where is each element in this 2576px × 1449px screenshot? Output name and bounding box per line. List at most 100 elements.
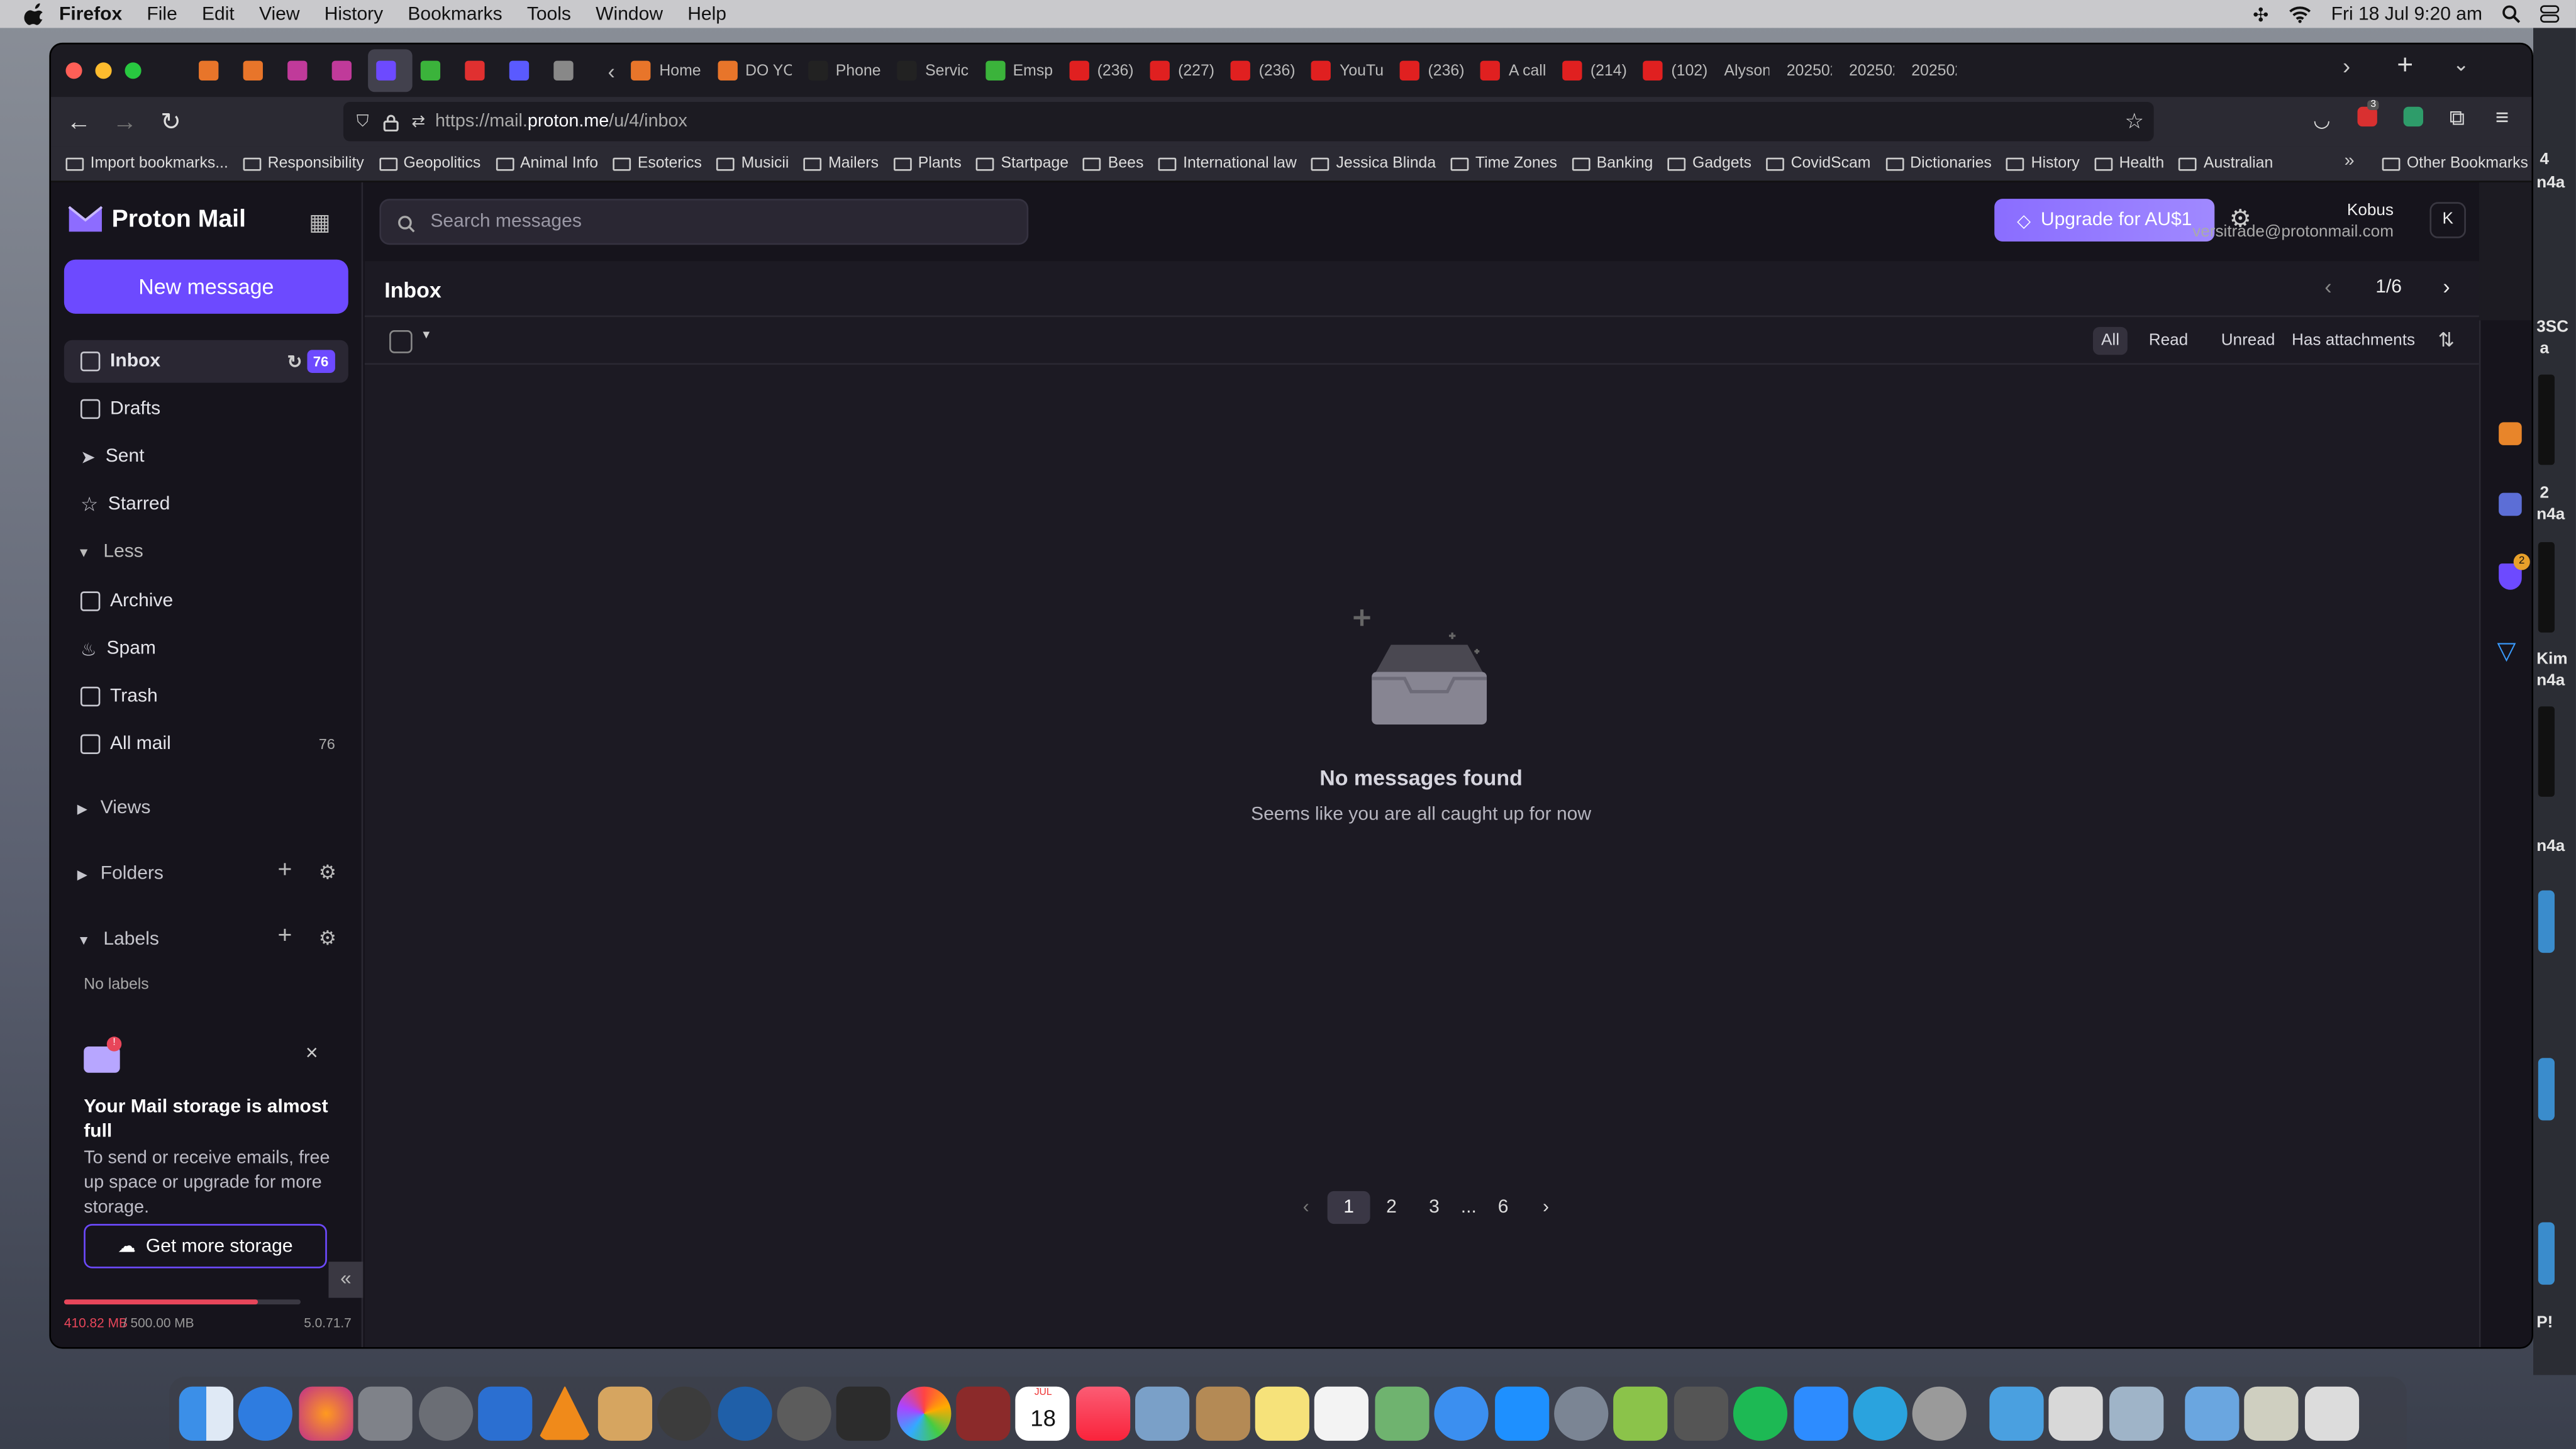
new-tab-button[interactable]: + xyxy=(2397,49,2413,82)
system-settings-dock-icon[interactable] xyxy=(418,1385,473,1440)
browser-tab[interactable]: Servic xyxy=(889,49,977,92)
safari-dock-icon[interactable] xyxy=(238,1385,293,1440)
label-settings-icon[interactable]: ⚙ xyxy=(319,926,336,950)
finder-dock-icon[interactable] xyxy=(179,1385,233,1440)
document-dock-icon[interactable] xyxy=(2048,1385,2103,1440)
bookmark-folder[interactable]: History xyxy=(2006,155,2080,172)
new-message-button[interactable]: New message xyxy=(64,259,348,314)
archive-box-dock-icon[interactable] xyxy=(1195,1385,1250,1440)
downloads-folder-dock-icon[interactable] xyxy=(2184,1385,2240,1440)
sidebar-item-all-mail[interactable]: All mail 76 xyxy=(64,723,348,765)
browser-tab[interactable]: (236) xyxy=(1223,49,1303,92)
pagination-prev-icon[interactable]: ‹ xyxy=(1285,1191,1328,1224)
wifi-icon[interactable] xyxy=(2289,5,2312,23)
browser-tab[interactable]: 2025025 xyxy=(1841,49,1903,92)
zoom-window-button[interactable] xyxy=(125,62,142,79)
permissions-icon[interactable]: ⇄ xyxy=(411,113,425,131)
close-window-button[interactable] xyxy=(65,62,82,79)
trash-dock-icon[interactable] xyxy=(2304,1385,2359,1440)
close-icon[interactable]: × xyxy=(306,1040,318,1065)
tabs-scroll-left-icon[interactable]: ‹ xyxy=(608,58,615,83)
sidebar-item-inbox[interactable]: Inbox ↻ 76 xyxy=(64,340,348,383)
browser-tab[interactable]: (102) xyxy=(1635,49,1716,92)
menu-window[interactable]: Window xyxy=(596,4,663,24)
lock-icon[interactable] xyxy=(382,113,398,131)
bookmark-folder[interactable]: Animal Info xyxy=(495,155,598,172)
sidebar-item-drafts[interactable]: Drafts xyxy=(64,387,348,430)
select-all-checkbox[interactable] xyxy=(389,330,413,353)
sidebar-item-spam[interactable]: ♨ Spam xyxy=(64,628,348,670)
whatsapp-dock-icon[interactable] xyxy=(1913,1385,1967,1440)
menubar-clock[interactable]: Fri 18 Jul 9:20 am xyxy=(2331,4,2482,24)
pagination-next-icon[interactable]: › xyxy=(1524,1191,1567,1224)
tracking-shield-icon[interactable]: ⛉ xyxy=(357,113,369,131)
menu-file[interactable]: File xyxy=(147,4,177,24)
bookmarks-overflow-icon[interactable]: » xyxy=(2345,151,2355,170)
back-button[interactable]: ← xyxy=(56,108,102,135)
quicktime-dock-icon[interactable] xyxy=(717,1385,772,1440)
views-toggle[interactable]: ▶ Views xyxy=(77,799,151,818)
sidebar-item-trash[interactable]: Trash xyxy=(64,675,348,718)
spotlight-search-icon[interactable] xyxy=(2502,5,2521,23)
menu-help[interactable]: Help xyxy=(687,4,726,24)
apple-icon[interactable] xyxy=(23,2,47,26)
telegram-dock-icon[interactable] xyxy=(1853,1385,1907,1440)
browser-tab[interactable]: (236) xyxy=(1392,49,1472,92)
vlc-dock-icon[interactable] xyxy=(538,1385,592,1440)
stack-dock-icon[interactable] xyxy=(2245,1385,2299,1440)
bookmark-folder[interactable]: Bees xyxy=(1083,155,1143,172)
upgrade-button[interactable]: ◇ Upgrade for AU$1 xyxy=(1994,199,2215,242)
pass-app-icon[interactable]: ▽ xyxy=(2497,636,2516,665)
browser-tab[interactable]: A call xyxy=(1473,49,1555,92)
bookmark-folder[interactable]: Responsibility xyxy=(243,155,364,172)
user-email[interactable]: versitrade@protonmail.com xyxy=(2192,223,2394,242)
film-reel-dock-icon[interactable] xyxy=(657,1385,712,1440)
browser-tab[interactable]: Alyson Og xyxy=(1716,49,1778,92)
reminders-dock-icon[interactable] xyxy=(1314,1385,1370,1440)
zoom-dock-icon[interactable] xyxy=(1793,1385,1848,1440)
extension-shield-icon[interactable] xyxy=(2403,106,2423,127)
network-dock-icon[interactable] xyxy=(1989,1385,2043,1440)
extensions-puzzle-icon[interactable]: ⧉ xyxy=(2450,105,2465,131)
minimize-window-button[interactable] xyxy=(95,62,112,79)
contacts-app-icon[interactable] xyxy=(2499,422,2522,445)
firefox-dock-icon[interactable] xyxy=(298,1385,353,1440)
tabs-scroll-right-icon[interactable]: › xyxy=(2343,53,2350,79)
other-bookmarks-folder[interactable]: Other Bookmarks xyxy=(2382,155,2528,172)
browser-tab[interactable]: ‹ xyxy=(545,49,623,92)
get-more-storage-button[interactable]: ☁ Get more storage xyxy=(84,1224,327,1269)
menu-app-firefox[interactable]: Firefox xyxy=(59,4,122,24)
folder-settings-icon[interactable]: ⚙ xyxy=(319,861,336,884)
bookmark-folder[interactable]: Musicii xyxy=(716,155,789,172)
pocket-icon[interactable]: ◡ xyxy=(2313,108,2330,131)
sort-icon[interactable]: ⇅ xyxy=(2438,328,2455,352)
browser-tab[interactable]: Home xyxy=(623,49,709,92)
browser-tab[interactable] xyxy=(501,49,546,92)
spotify-dock-icon[interactable] xyxy=(1733,1385,1788,1440)
browser-tab[interactable]: Emsp xyxy=(977,49,1061,92)
bookmark-folder[interactable]: Banking xyxy=(1572,155,1653,172)
bookmark-folder[interactable]: Startpage xyxy=(976,155,1069,172)
add-label-icon[interactable]: + xyxy=(277,921,292,949)
menu-edit[interactable]: Edit xyxy=(202,4,235,24)
browser-tab[interactable]: (214) xyxy=(1554,49,1635,92)
bookmark-folder[interactable]: Esoterics xyxy=(613,155,702,172)
photos-dock-icon[interactable] xyxy=(896,1385,951,1440)
filter-all[interactable]: All xyxy=(2092,326,2128,355)
messages-dock-icon[interactable] xyxy=(1434,1385,1489,1440)
preview-dock-icon[interactable] xyxy=(1135,1385,1190,1440)
list-all-tabs-icon[interactable]: ⌄ xyxy=(2453,53,2469,76)
browser-tab[interactable]: YouTu xyxy=(1304,49,1392,92)
url-bar[interactable]: ⛉ ⇄ https://mail.proton.me/u/4/inbox ☆ xyxy=(343,101,2154,142)
disk-dock-icon[interactable] xyxy=(1674,1385,1728,1440)
collapse-sidebar-icon[interactable]: « xyxy=(328,1262,364,1298)
android-dock-icon[interactable] xyxy=(1614,1385,1668,1440)
filter-read[interactable]: Read xyxy=(2141,327,2197,355)
prev-page-icon[interactable]: ‹ xyxy=(2324,274,2331,299)
filter-unread[interactable]: Unread xyxy=(2213,327,2284,355)
browser-tab[interactable]: (227) xyxy=(1142,49,1223,92)
music-dock-icon[interactable] xyxy=(1075,1385,1130,1440)
labels-toggle[interactable]: ▼ Labels xyxy=(77,930,159,950)
apps-grid-icon[interactable]: ▦ xyxy=(309,209,331,236)
reload-button[interactable]: ↻ xyxy=(148,107,194,136)
